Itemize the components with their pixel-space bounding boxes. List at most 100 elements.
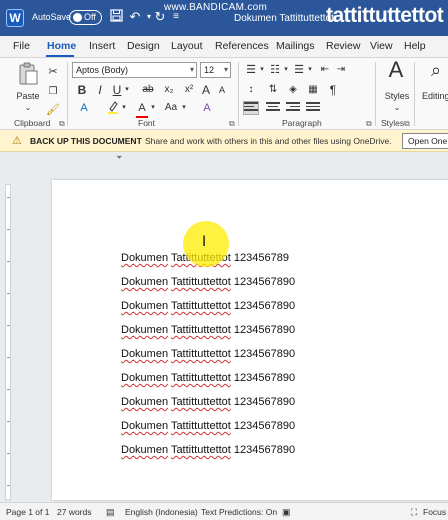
copy-icon[interactable]: ❐ <box>46 84 60 100</box>
bullets-icon[interactable]: ☰ <box>244 62 258 78</box>
document-line[interactable]: Dokumen Tattittuttettot 1234567890 <box>121 348 295 360</box>
document-line[interactable]: Dokumen Tattittuttettot 1234567890 <box>121 324 295 336</box>
clear-format-button[interactable]: A <box>200 100 214 116</box>
text-predictions-status[interactable]: Text Predictions: On <box>201 507 277 517</box>
open-onedrive-button[interactable]: Open One <box>402 133 448 149</box>
misspelled-word[interactable]: Tattittuttettot <box>171 276 231 288</box>
tab-review[interactable]: Review <box>326 40 360 52</box>
tab-view[interactable]: View <box>370 40 393 52</box>
font-size-select[interactable]: 12 ▾ <box>200 62 231 78</box>
misspelled-word[interactable]: Tattittuttettot <box>171 300 231 312</box>
chevron-down-icon[interactable]: ⌄ <box>391 100 403 116</box>
misspelled-word[interactable]: Tattittuttettot <box>171 324 231 336</box>
misspelled-word[interactable]: Tattittuttettot <box>171 372 231 384</box>
chevron-down-icon[interactable]: ▾ <box>120 100 128 116</box>
document-line[interactable]: Dokumen Tattittuttettot 1234567890 <box>121 444 295 456</box>
grow-font-button[interactable]: A <box>199 82 213 98</box>
document-line[interactable]: Dokumen Tattittuttettot 1234567890 <box>121 300 295 312</box>
document-line[interactable]: Dokumen Tattittuttettot 1234567890 <box>121 372 295 384</box>
borders-icon[interactable]: ▦ <box>306 82 320 98</box>
proofing-icon[interactable]: ▤ <box>106 507 115 518</box>
misspelled-word[interactable]: Tattittuttettot <box>171 420 231 432</box>
subscript-button[interactable]: x₂ <box>162 82 176 98</box>
focus-button[interactable]: Focus <box>423 507 446 517</box>
autosave-toggle[interactable]: Off <box>69 10 102 25</box>
show-formatting-button[interactable]: ¶ <box>326 82 340 98</box>
chevron-down-icon[interactable]: ▾ <box>306 62 314 78</box>
tab-references[interactable]: References <box>215 40 269 52</box>
paste-icon[interactable] <box>16 62 40 86</box>
font-launcher-icon[interactable]: ⧉ <box>229 119 235 129</box>
accessibility-icon[interactable]: ▣ <box>282 507 291 518</box>
misspelled-word[interactable]: Tattittuttettot <box>171 396 231 408</box>
misspelled-word[interactable]: Dokumen <box>121 372 168 384</box>
format-painter-icon[interactable]: 🖌 <box>46 102 60 118</box>
italic-button[interactable]: I <box>94 82 106 98</box>
line-spacing-icon[interactable]: ↕ <box>244 82 258 98</box>
align-center-icon[interactable] <box>266 102 280 114</box>
editing-button-label[interactable]: Editing <box>422 88 448 104</box>
misspelled-word[interactable]: Dokumen <box>121 252 168 264</box>
bold-button[interactable]: B <box>76 82 88 98</box>
text-effects-icon[interactable]: A <box>78 100 90 116</box>
document-line[interactable]: Dokumen Tattittuttettot 1234567890 <box>121 396 295 408</box>
misspelled-word[interactable]: Tattittuttettot <box>171 444 231 456</box>
multilevel-list-icon[interactable]: ☰ <box>292 62 306 78</box>
language-status[interactable]: English (Indonesia) <box>125 507 198 517</box>
search-icon[interactable]: ⌕ <box>424 61 448 86</box>
sort-icon[interactable]: ⇅ <box>266 82 280 98</box>
misspelled-word[interactable]: Dokumen <box>121 324 168 336</box>
shading-icon[interactable]: ◈ <box>286 82 300 98</box>
chevron-down-icon[interactable]: ▾ <box>123 82 131 98</box>
chevron-down-icon[interactable]: ▾ <box>149 100 157 116</box>
change-case-button[interactable]: Aa <box>163 100 179 116</box>
misspelled-word[interactable]: Dokumen <box>121 276 168 288</box>
page-count[interactable]: Page 1 of 1 <box>6 507 49 517</box>
misspelled-word[interactable]: Dokumen <box>121 300 168 312</box>
align-left-icon[interactable] <box>243 101 259 115</box>
focus-icon[interactable]: ⛶ <box>411 507 417 518</box>
save-icon[interactable] <box>108 9 124 25</box>
ruler-tick <box>7 389 10 390</box>
increase-indent-icon[interactable]: ⇥ <box>334 62 348 78</box>
paste-dropdown-icon[interactable]: ⌄ <box>22 100 34 116</box>
decrease-indent-icon[interactable]: ⇤ <box>318 62 332 78</box>
clipboard-launcher-icon[interactable]: ⧉ <box>59 119 65 129</box>
paragraph-launcher-icon[interactable]: ⧉ <box>366 119 372 129</box>
tab-file[interactable]: File <box>13 40 30 52</box>
chevron-down-icon[interactable]: ▾ <box>282 62 290 78</box>
styles-icon[interactable]: A <box>384 59 408 86</box>
misspelled-word[interactable]: Dokumen <box>121 420 168 432</box>
tab-design[interactable]: Design <box>127 40 160 52</box>
line-number-text: 123456789 <box>233 252 289 264</box>
styles-launcher-icon[interactable]: ⧉ <box>404 119 410 129</box>
font-color-icon[interactable]: A <box>136 100 148 118</box>
document-line[interactable]: Dokumen Tattittuttettot 1234567890 <box>121 420 295 432</box>
align-right-icon[interactable] <box>286 102 300 114</box>
ruler-indent-marker[interactable]: ⏷ <box>116 153 122 163</box>
strikethrough-button[interactable]: ab <box>140 82 156 98</box>
cut-icon[interactable]: ✂ <box>46 64 60 80</box>
document-line[interactable]: Dokumen Tattittuttettot 1234567890 <box>121 276 295 288</box>
chevron-down-icon[interactable]: ▾ <box>180 100 188 116</box>
font-name-select[interactable]: Aptos (Body) ▾ <box>72 62 197 78</box>
tab-insert[interactable]: Insert <box>89 40 115 52</box>
misspelled-word[interactable]: Tattittuttettot <box>171 348 231 360</box>
document-page[interactable]: Dokumen Tattittuttettot 123456789 Dokume… <box>52 180 448 500</box>
underline-button[interactable]: U <box>111 82 123 98</box>
shrink-font-button[interactable]: A <box>215 82 229 98</box>
tab-help[interactable]: Help <box>404 40 426 52</box>
justify-icon[interactable] <box>306 102 320 114</box>
tab-home[interactable]: Home <box>47 40 76 52</box>
tab-mailings[interactable]: Mailings <box>276 40 315 52</box>
tab-layout[interactable]: Layout <box>171 40 203 52</box>
misspelled-word[interactable]: Dokumen <box>121 348 168 360</box>
numbering-icon[interactable]: ☷ <box>268 62 282 78</box>
word-count[interactable]: 27 words <box>57 507 92 517</box>
superscript-button[interactable]: x² <box>182 82 196 98</box>
highlighter-icon[interactable] <box>106 100 120 119</box>
misspelled-word[interactable]: Dokumen <box>121 444 168 456</box>
misspelled-word[interactable]: Dokumen <box>121 396 168 408</box>
chevron-down-icon[interactable]: ▾ <box>258 62 266 78</box>
vertical-ruler <box>0 164 16 500</box>
